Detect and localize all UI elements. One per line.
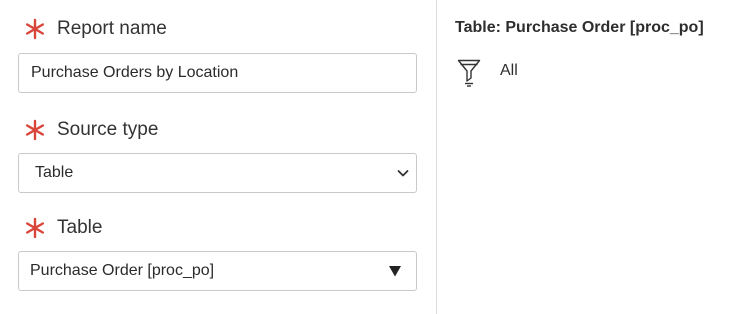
required-asterisk-icon xyxy=(24,119,46,141)
table-info-panel: Table: Purchase Order [proc_po] All xyxy=(437,0,740,314)
report-form: Report name Purchase Orders by Location … xyxy=(0,0,436,314)
dropdown-triangle-icon xyxy=(389,266,401,277)
report-builder: Report name Purchase Orders by Location … xyxy=(0,0,740,314)
table-label: Table xyxy=(24,217,102,239)
funnel-icon xyxy=(457,59,481,87)
report-name-label: Report name xyxy=(24,18,167,40)
table-select[interactable]: Purchase Order [proc_po] xyxy=(18,251,417,291)
report-name-value: Purchase Orders by Location xyxy=(31,64,239,81)
source-type-value: Table xyxy=(35,164,74,181)
table-title: Table: Purchase Order [proc_po] xyxy=(455,19,704,36)
table-value: Purchase Order [proc_po] xyxy=(30,262,215,279)
filter-value: All xyxy=(500,62,518,79)
table-label-text: Table xyxy=(57,217,103,238)
filter-summary[interactable]: All xyxy=(457,58,518,88)
source-type-label: Source type xyxy=(24,119,158,141)
chevron-down-icon xyxy=(397,170,409,177)
report-name-label-text: Report name xyxy=(57,18,167,39)
source-type-label-text: Source type xyxy=(57,119,159,140)
required-asterisk-icon xyxy=(24,18,46,40)
required-asterisk-icon xyxy=(24,217,46,239)
report-name-input[interactable]: Purchase Orders by Location xyxy=(18,53,417,93)
source-type-select[interactable]: Table xyxy=(18,153,417,193)
